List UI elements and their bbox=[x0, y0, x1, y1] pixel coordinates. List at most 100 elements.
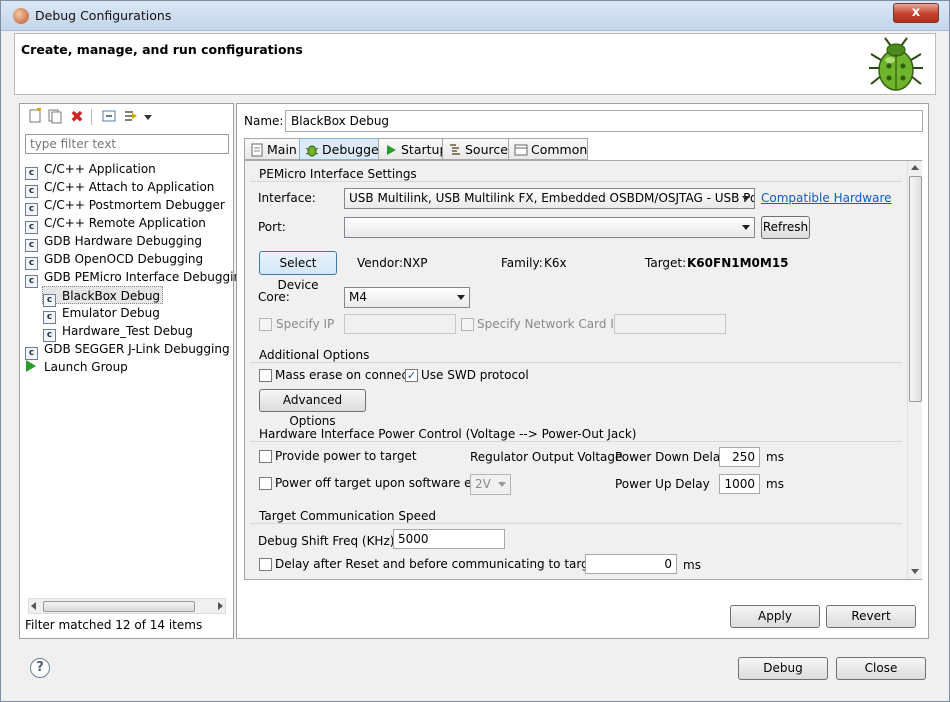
ip-address-input[interactable] bbox=[344, 314, 456, 334]
nic-ip-input[interactable] bbox=[614, 314, 726, 334]
help-icon[interactable]: ? bbox=[30, 658, 50, 678]
scroll-down-icon[interactable] bbox=[911, 569, 919, 574]
tab-source[interactable]: Source bbox=[442, 138, 509, 160]
delay-unit: ms bbox=[683, 558, 701, 572]
mass-erase-checkbox[interactable] bbox=[259, 369, 272, 382]
scroll-right-icon[interactable] bbox=[218, 602, 223, 610]
scroll-up-icon[interactable] bbox=[911, 165, 919, 170]
chevron-down-icon bbox=[457, 295, 465, 300]
debug-button[interactable]: Debug bbox=[738, 657, 828, 680]
chevron-down-icon[interactable] bbox=[144, 115, 152, 120]
power-control-title: Hardware Interface Power Control (Voltag… bbox=[259, 427, 637, 441]
port-select[interactable] bbox=[344, 217, 755, 238]
power-down-input[interactable]: 250 bbox=[719, 447, 760, 467]
vendor-label: Vendor: bbox=[357, 256, 403, 270]
tree-item[interactable]: c GDB OpenOCD Debugging bbox=[25, 250, 203, 270]
family-value: K6x bbox=[544, 256, 567, 270]
scroll-thumb[interactable] bbox=[909, 176, 922, 402]
core-select[interactable]: M4 bbox=[344, 287, 470, 308]
provide-power-label: Provide power to target bbox=[275, 449, 417, 463]
debug-configurations-window: Debug Configurations x Create, manage, a… bbox=[0, 0, 950, 702]
power-off-label: Power off target upon software exit bbox=[275, 476, 487, 490]
use-swd-label: Use SWD protocol bbox=[421, 368, 529, 382]
tree-item[interactable]: c Emulator Debug bbox=[43, 304, 160, 324]
use-swd-checkbox[interactable]: ✓ bbox=[405, 369, 418, 382]
window-title: Debug Configurations bbox=[35, 8, 172, 23]
duplicate-icon[interactable] bbox=[46, 108, 64, 126]
tree-item[interactable]: c GDB PEMicro Interface Debugging bbox=[25, 268, 249, 288]
specify-nic-checkbox[interactable] bbox=[461, 318, 474, 331]
interface-label: Interface: bbox=[258, 191, 316, 205]
name-input[interactable]: BlackBox Debug bbox=[285, 110, 923, 132]
tab-main[interactable]: Main bbox=[244, 138, 300, 160]
configuration-tree-panel: ✖ type filter text c C/C++ Application cC… bbox=[19, 103, 249, 639]
scroll-left-icon[interactable] bbox=[31, 602, 36, 610]
common-tab-icon bbox=[514, 143, 528, 157]
dialog-header: Create, manage, and run configurations bbox=[14, 33, 936, 95]
filter-icon[interactable] bbox=[122, 108, 140, 126]
title-bar: Debug Configurations x bbox=[1, 1, 949, 31]
chevron-down-icon bbox=[498, 482, 506, 487]
scroll-thumb[interactable] bbox=[43, 601, 195, 612]
startup-tab-icon bbox=[384, 143, 398, 157]
delay-after-reset-label: Delay after Reset and before communicati… bbox=[275, 557, 622, 571]
window-close-button[interactable]: x bbox=[893, 3, 939, 23]
power-off-checkbox[interactable] bbox=[259, 477, 272, 490]
refresh-button[interactable]: Refresh bbox=[761, 216, 810, 239]
shift-freq-input[interactable]: 5000 bbox=[393, 529, 505, 549]
tab-debugger[interactable]: Debugger bbox=[299, 138, 384, 160]
c-file-icon: c bbox=[25, 275, 38, 288]
target-value: K60FN1M0M15 bbox=[687, 256, 789, 270]
filter-input[interactable]: type filter text bbox=[25, 134, 229, 154]
chevron-down-icon bbox=[742, 225, 750, 230]
additional-options-title: Additional Options bbox=[259, 348, 370, 362]
debugger-tab-content: PEMicro Interface Settings Interface: US… bbox=[244, 160, 922, 580]
tree-item[interactable]: c C/C++ Application bbox=[25, 160, 156, 180]
provide-power-checkbox[interactable] bbox=[259, 450, 272, 463]
specify-ip-checkbox[interactable] bbox=[259, 318, 272, 331]
tab-common[interactable]: Common bbox=[508, 138, 588, 160]
debugger-tab-icon bbox=[305, 143, 319, 157]
header-title: Create, manage, and run configurations bbox=[21, 42, 303, 57]
vertical-scrollbar[interactable] bbox=[907, 161, 922, 579]
tab-startup[interactable]: Startup bbox=[378, 138, 447, 160]
family-label: Family: bbox=[501, 256, 543, 270]
port-label: Port: bbox=[258, 220, 286, 234]
select-device-button[interactable]: Select Device bbox=[259, 251, 337, 292]
collapse-all-icon[interactable] bbox=[100, 108, 118, 126]
power-down-unit: ms bbox=[766, 450, 784, 464]
toolbar-separator bbox=[91, 109, 92, 125]
interface-select[interactable]: USB Multilink, USB Multilink FX, Embedde… bbox=[344, 188, 755, 209]
advanced-options-button[interactable]: Advanced Options bbox=[259, 389, 366, 428]
apply-button[interactable]: Apply bbox=[730, 605, 820, 628]
tree-item[interactable]: c GDB Hardware Debugging bbox=[25, 232, 202, 252]
tree-item[interactable]: c Hardware_Test Debug bbox=[43, 322, 193, 342]
new-configuration-icon[interactable] bbox=[26, 107, 44, 126]
compatible-hardware-link[interactable]: Compatible Hardware bbox=[761, 191, 892, 205]
chevron-down-icon bbox=[742, 196, 750, 201]
tree-item[interactable]: c GDB SEGGER J-Link Debugging bbox=[25, 340, 230, 360]
delete-icon[interactable]: ✖ bbox=[68, 108, 86, 126]
pemicro-group-title: PEMicro Interface Settings bbox=[259, 167, 417, 181]
tree-item[interactable]: c C/C++ Remote Application bbox=[25, 214, 206, 234]
delay-after-reset-checkbox[interactable] bbox=[259, 558, 272, 571]
main-tab-icon bbox=[250, 143, 264, 157]
tree-item-selected[interactable]: c BlackBox Debug bbox=[42, 286, 164, 307]
delay-input[interactable]: 0 bbox=[585, 554, 677, 574]
power-up-label: Power Up Delay bbox=[615, 477, 710, 491]
specify-ip-label: Specify IP bbox=[276, 317, 335, 331]
source-tab-icon bbox=[448, 143, 462, 157]
horizontal-scrollbar[interactable] bbox=[28, 598, 226, 614]
voltage-select[interactable]: 2V bbox=[470, 474, 511, 495]
close-button[interactable]: Close bbox=[836, 657, 926, 680]
tree-item[interactable]: c C/C++ Postmortem Debugger bbox=[25, 196, 225, 216]
revert-button[interactable]: Revert bbox=[826, 605, 916, 628]
speed-group-title: Target Communication Speed bbox=[259, 509, 436, 523]
app-bug-icon bbox=[13, 8, 29, 24]
core-label: Core: bbox=[258, 290, 290, 304]
tree-item[interactable]: c C/C++ Attach to Application bbox=[25, 178, 214, 198]
name-label: Name: bbox=[244, 114, 284, 128]
tree-item[interactable]: Launch Group bbox=[26, 358, 128, 376]
shift-freq-label: Debug Shift Freq (KHz)ⓘ bbox=[258, 532, 402, 548]
power-up-input[interactable]: 1000 bbox=[719, 474, 760, 494]
